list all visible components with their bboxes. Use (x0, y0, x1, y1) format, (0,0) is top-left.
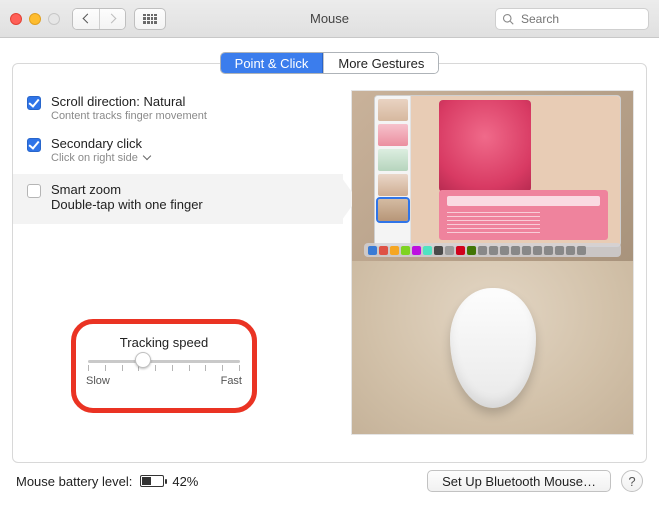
slider-knob[interactable] (135, 352, 151, 368)
option-title: Smart zoom (51, 182, 203, 197)
option-scroll-direction: Scroll direction: Natural Content tracks… (25, 90, 349, 132)
setup-bluetooth-button[interactable]: Set Up Bluetooth Mouse… (427, 470, 611, 492)
option-subtitle: Content tracks finger movement (51, 110, 207, 122)
nav-segment (72, 8, 126, 30)
tab-more-gestures[interactable]: More Gestures (323, 53, 438, 73)
option-title: Secondary click (51, 136, 150, 151)
close-window-button[interactable] (10, 13, 22, 25)
show-all-button[interactable] (134, 8, 166, 30)
checkbox-secondary-click[interactable] (27, 138, 41, 152)
settings-panel: Scroll direction: Natural Content tracks… (12, 63, 647, 463)
preview-desktop (352, 91, 633, 261)
battery-icon (140, 475, 164, 487)
slider-max-label: Fast (221, 375, 242, 387)
options-column: Scroll direction: Natural Content tracks… (13, 90, 349, 445)
tab-bar: Point & Click More Gestures (0, 52, 659, 74)
option-smart-zoom[interactable]: Smart zoom Double-tap with one finger (13, 174, 343, 224)
minimize-window-button[interactable] (29, 13, 41, 25)
footer: Mouse battery level: 42% Set Up Bluetoot… (0, 456, 659, 506)
titlebar: Mouse (0, 0, 659, 38)
option-title: Scroll direction: Natural (51, 94, 207, 109)
gesture-preview (351, 90, 634, 435)
preview-mouse (450, 288, 536, 408)
grid-icon (143, 14, 157, 24)
forward-button (99, 9, 125, 29)
preview-dock (364, 243, 621, 257)
tab-point-and-click[interactable]: Point & Click (221, 53, 324, 73)
tracking-speed-label: Tracking speed (76, 335, 252, 350)
zoom-window-button (48, 13, 60, 25)
search-field[interactable] (495, 8, 649, 30)
tracking-speed-highlight: Tracking speed Slow Fast (71, 319, 257, 413)
search-input[interactable] (519, 11, 659, 27)
tracking-speed-slider[interactable] (88, 360, 240, 363)
secondary-click-mode: Click on right side (51, 152, 138, 164)
chevron-down-icon (143, 152, 151, 160)
preview-app-window (374, 95, 621, 247)
battery-percent: 42% (172, 474, 198, 489)
option-subtitle[interactable]: Click on right side (51, 152, 150, 164)
back-button[interactable] (73, 9, 99, 29)
checkbox-smart-zoom[interactable] (27, 184, 41, 198)
battery-label: Mouse battery level: (16, 474, 132, 489)
window-controls (10, 13, 60, 25)
option-secondary-click: Secondary click Click on right side (25, 132, 349, 174)
help-button[interactable]: ? (621, 470, 643, 492)
option-subtitle: Double-tap with one finger (51, 197, 203, 212)
preview-column (349, 90, 646, 445)
slider-min-label: Slow (86, 375, 110, 387)
checkbox-scroll-direction[interactable] (27, 96, 41, 110)
search-icon (502, 13, 514, 25)
preview-desk-surface (352, 261, 633, 434)
